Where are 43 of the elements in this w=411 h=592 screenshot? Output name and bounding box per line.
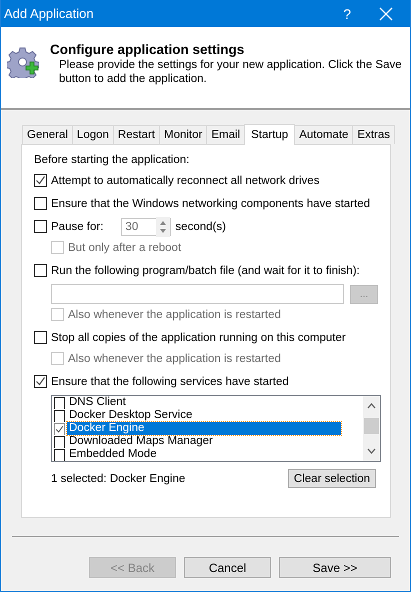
checkbox[interactable] [34,197,47,210]
checkbox[interactable] [54,436,65,448]
dialog-button[interactable]: Cancel [184,557,271,578]
section-label: Before starting the application: [34,154,190,166]
checkbox[interactable] [54,448,65,460]
list-item[interactable]: Embedded Mode [67,448,341,461]
checkbox-label: Stop all copies of the application running on this computer [51,332,346,344]
checkbox-label: Also whenever the application is restarted [68,352,281,364]
checkbox[interactable] [34,331,47,344]
checkbox-label: But only after a reboot [68,242,182,254]
checkbox[interactable] [34,264,47,277]
checkbox-label: Run the following program/batch file (and wait for it to finish): [51,264,360,276]
window-title: Add Application [4,6,95,21]
header-description: Please provide the settings for your new application. Click the Save button to add the application. [59,58,403,86]
checkbox-label: Ensure that the following services have started [51,376,289,388]
list-item[interactable]: Docker Engine [67,422,341,435]
checkbox[interactable] [54,422,65,434]
checkbox-label: Also whenever the application is restarted [68,308,281,320]
file-path-field[interactable] [51,284,344,304]
unit-label: second(s) [175,220,226,232]
number-spinner[interactable]: 30 [121,218,172,236]
list-item[interactable]: Docker Desktop Service [67,409,341,422]
scrollbar[interactable] [363,396,380,461]
checkbox[interactable] [34,375,47,388]
list-item[interactable]: Downloaded Maps Manager [67,435,341,448]
close-icon[interactable] [379,6,393,20]
tab[interactable]: General [22,125,73,144]
dialog-button[interactable]: Save >> [279,557,391,578]
gear-plus-icon [7,46,39,78]
checkbox[interactable] [34,174,47,187]
checkbox-label: Attempt to automatically reconnect all network drives [51,174,320,186]
help-button[interactable]: ? [337,6,357,22]
list-item[interactable]: DNS Client [67,396,341,409]
checkbox[interactable] [54,396,65,408]
checkbox-label: Pause for: [51,220,104,232]
checkbox[interactable] [34,220,47,233]
clear-selection-button[interactable]: Clear selection [288,469,376,488]
header-title: Configure application settings [50,42,246,57]
selection-summary: 1 selected: Docker Engine [51,472,186,484]
checkbox[interactable] [54,410,65,422]
checkbox-label: Ensure that the Windows networking components have started [51,198,370,210]
tab[interactable]: Extras [352,125,396,144]
tab[interactable]: Startup [244,124,296,145]
